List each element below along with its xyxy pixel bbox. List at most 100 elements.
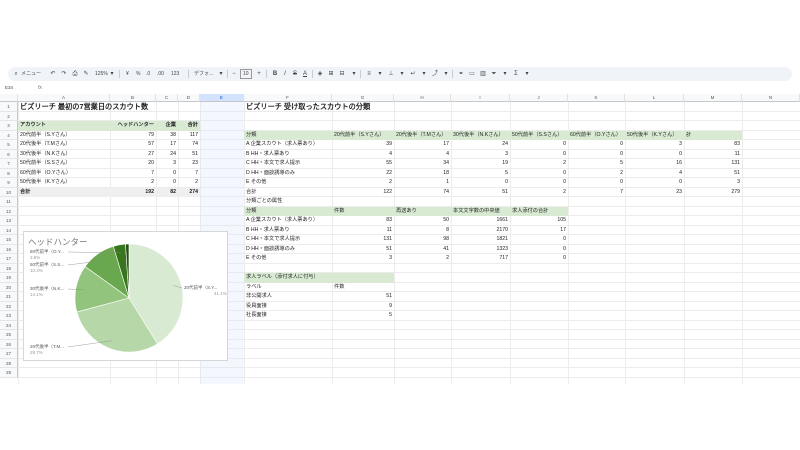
strikethrough-icon[interactable]: S <box>290 69 300 79</box>
row-header[interactable]: 5 <box>0 140 18 150</box>
select-all-corner[interactable] <box>0 94 18 102</box>
column-header[interactable]: K <box>568 94 625 102</box>
grid-line <box>18 376 800 378</box>
print-icon[interactable]: ⎙ <box>70 69 80 79</box>
font-size-input[interactable]: 10 <box>240 69 252 79</box>
table-cell: 2 <box>151 179 154 185</box>
row-header[interactable]: 25 <box>0 330 18 340</box>
row-header[interactable]: 20 <box>0 282 18 292</box>
redo-icon[interactable]: ↷ <box>59 69 69 79</box>
decrease-decimal-button[interactable]: .0 <box>146 67 150 81</box>
search-icon[interactable]: ⌕ <box>11 69 21 79</box>
column-header[interactable]: N <box>742 94 800 102</box>
row-header[interactable]: 9 <box>0 178 18 188</box>
increase-decimal-button[interactable]: .00 <box>157 67 164 81</box>
zoom-select[interactable]: 125% <box>95 67 108 81</box>
paint-format-icon[interactable]: ✎ <box>81 69 91 79</box>
bold-icon[interactable]: B <box>270 69 280 79</box>
filter-icon[interactable]: ⏷ <box>489 69 499 79</box>
row-header[interactable]: 29 <box>0 368 18 378</box>
row-header[interactable]: 3 <box>0 121 18 131</box>
table-header: 分類 <box>246 131 257 138</box>
column-header[interactable]: I <box>451 94 510 102</box>
pie-chart[interactable]: ヘッドハンター 20代前半（S.Y... 41.1% 20代後半（T.M... 29.… <box>23 231 228 361</box>
chevron-down-icon[interactable]: ▾ <box>349 69 359 79</box>
column-header[interactable]: B <box>110 94 156 102</box>
table-cell: 3 <box>389 255 392 261</box>
chevron-down-icon[interactable]: ▾ <box>397 69 407 79</box>
row-header[interactable]: 12 <box>0 206 18 216</box>
column-header[interactable]: H <box>394 94 451 102</box>
borders-icon[interactable]: ⊞ <box>326 69 336 79</box>
row-header[interactable]: 22 <box>0 301 18 311</box>
chevron-down-icon[interactable]: ▾ <box>500 69 510 79</box>
column-header[interactable]: G <box>332 94 394 102</box>
column-header[interactable]: E <box>200 94 244 102</box>
row-header[interactable]: 17 <box>0 254 18 264</box>
name-box[interactable]: E34 <box>5 85 13 90</box>
column-header[interactable]: F <box>244 94 332 102</box>
italic-icon[interactable]: I <box>280 69 290 79</box>
font-size-decrease-icon[interactable]: − <box>229 69 239 79</box>
number-format-button[interactable]: 123 <box>171 67 179 81</box>
table-cell: 0 <box>563 179 566 185</box>
text-wrap-icon[interactable]: ↵ <box>408 69 418 79</box>
row-header[interactable]: 19 <box>0 273 18 283</box>
chevron-down-icon[interactable]: ▾ <box>375 69 385 79</box>
functions-icon[interactable]: Σ <box>511 69 521 79</box>
currency-button[interactable]: ¥ <box>126 67 129 81</box>
fill-color-icon[interactable]: ◈ <box>315 69 325 79</box>
column-header[interactable]: A <box>18 94 110 102</box>
link-icon[interactable]: ⚭ <box>456 69 466 79</box>
chevron-down-icon[interactable]: ▾ <box>107 69 117 79</box>
table-cell: 51 <box>386 245 392 252</box>
row-header[interactable]: 21 <box>0 292 18 302</box>
row-header[interactable]: 11 <box>0 197 18 207</box>
chevron-down-icon[interactable]: ▾ <box>441 69 451 79</box>
chart-icon[interactable]: ▥ <box>478 69 488 79</box>
merge-cells-icon[interactable]: ⊟ <box>337 69 347 79</box>
row-header[interactable]: 24 <box>0 320 18 330</box>
chevron-down-icon[interactable]: ▾ <box>419 69 429 79</box>
table-cell: 8 <box>446 226 449 233</box>
column-header[interactable]: M <box>684 94 742 102</box>
table-cell: 20代後半（T.Mさん） <box>20 141 71 147</box>
column-header[interactable]: L <box>625 94 684 102</box>
row-header[interactable]: 10 <box>0 187 18 197</box>
column-header[interactable]: J <box>510 94 568 102</box>
text-rotate-icon[interactable]: ⤴ <box>430 69 440 79</box>
row-header[interactable]: 1 <box>0 102 18 112</box>
font-size-increase-icon[interactable]: + <box>254 69 264 79</box>
comment-icon[interactable]: ▭ <box>467 69 477 79</box>
row-header[interactable]: 23 <box>0 311 18 321</box>
percent-button[interactable]: % <box>136 67 140 81</box>
undo-icon[interactable]: ↶ <box>48 69 58 79</box>
row-header[interactable]: 14 <box>0 225 18 235</box>
font-select[interactable]: デフォ... <box>194 67 213 81</box>
column-header[interactable]: D <box>178 94 200 102</box>
row-header[interactable]: 7 <box>0 159 18 169</box>
row-header[interactable]: 28 <box>0 358 18 368</box>
row-header[interactable]: 2 <box>0 111 18 121</box>
table-header: 求人添付の合計 <box>512 207 549 214</box>
table-cell: 27 <box>148 150 154 157</box>
row-header[interactable]: 4 <box>0 130 18 140</box>
column-header[interactable]: C <box>156 94 178 102</box>
chevron-down-icon[interactable]: ▾ <box>522 69 532 79</box>
table-cell: 0 <box>620 150 623 157</box>
row-header[interactable]: 26 <box>0 339 18 349</box>
row-header[interactable]: 18 <box>0 263 18 273</box>
row-header[interactable]: 6 <box>0 149 18 159</box>
row-header[interactable]: 13 <box>0 216 18 226</box>
align-left-icon[interactable]: ≡ <box>364 69 374 79</box>
chevron-down-icon[interactable]: ▾ <box>216 69 226 79</box>
table-cell: 131 <box>731 160 740 166</box>
text-color-icon[interactable]: A <box>300 69 310 79</box>
vertical-align-icon[interactable]: ⊥ <box>386 69 396 79</box>
menu-label[interactable]: メニュー <box>21 67 41 81</box>
table-header: 50代後半（K.Yさん） <box>627 131 678 138</box>
row-header[interactable]: 16 <box>0 244 18 254</box>
row-header[interactable]: 15 <box>0 235 18 245</box>
row-header[interactable]: 8 <box>0 168 18 178</box>
row-header[interactable]: 27 <box>0 349 18 359</box>
